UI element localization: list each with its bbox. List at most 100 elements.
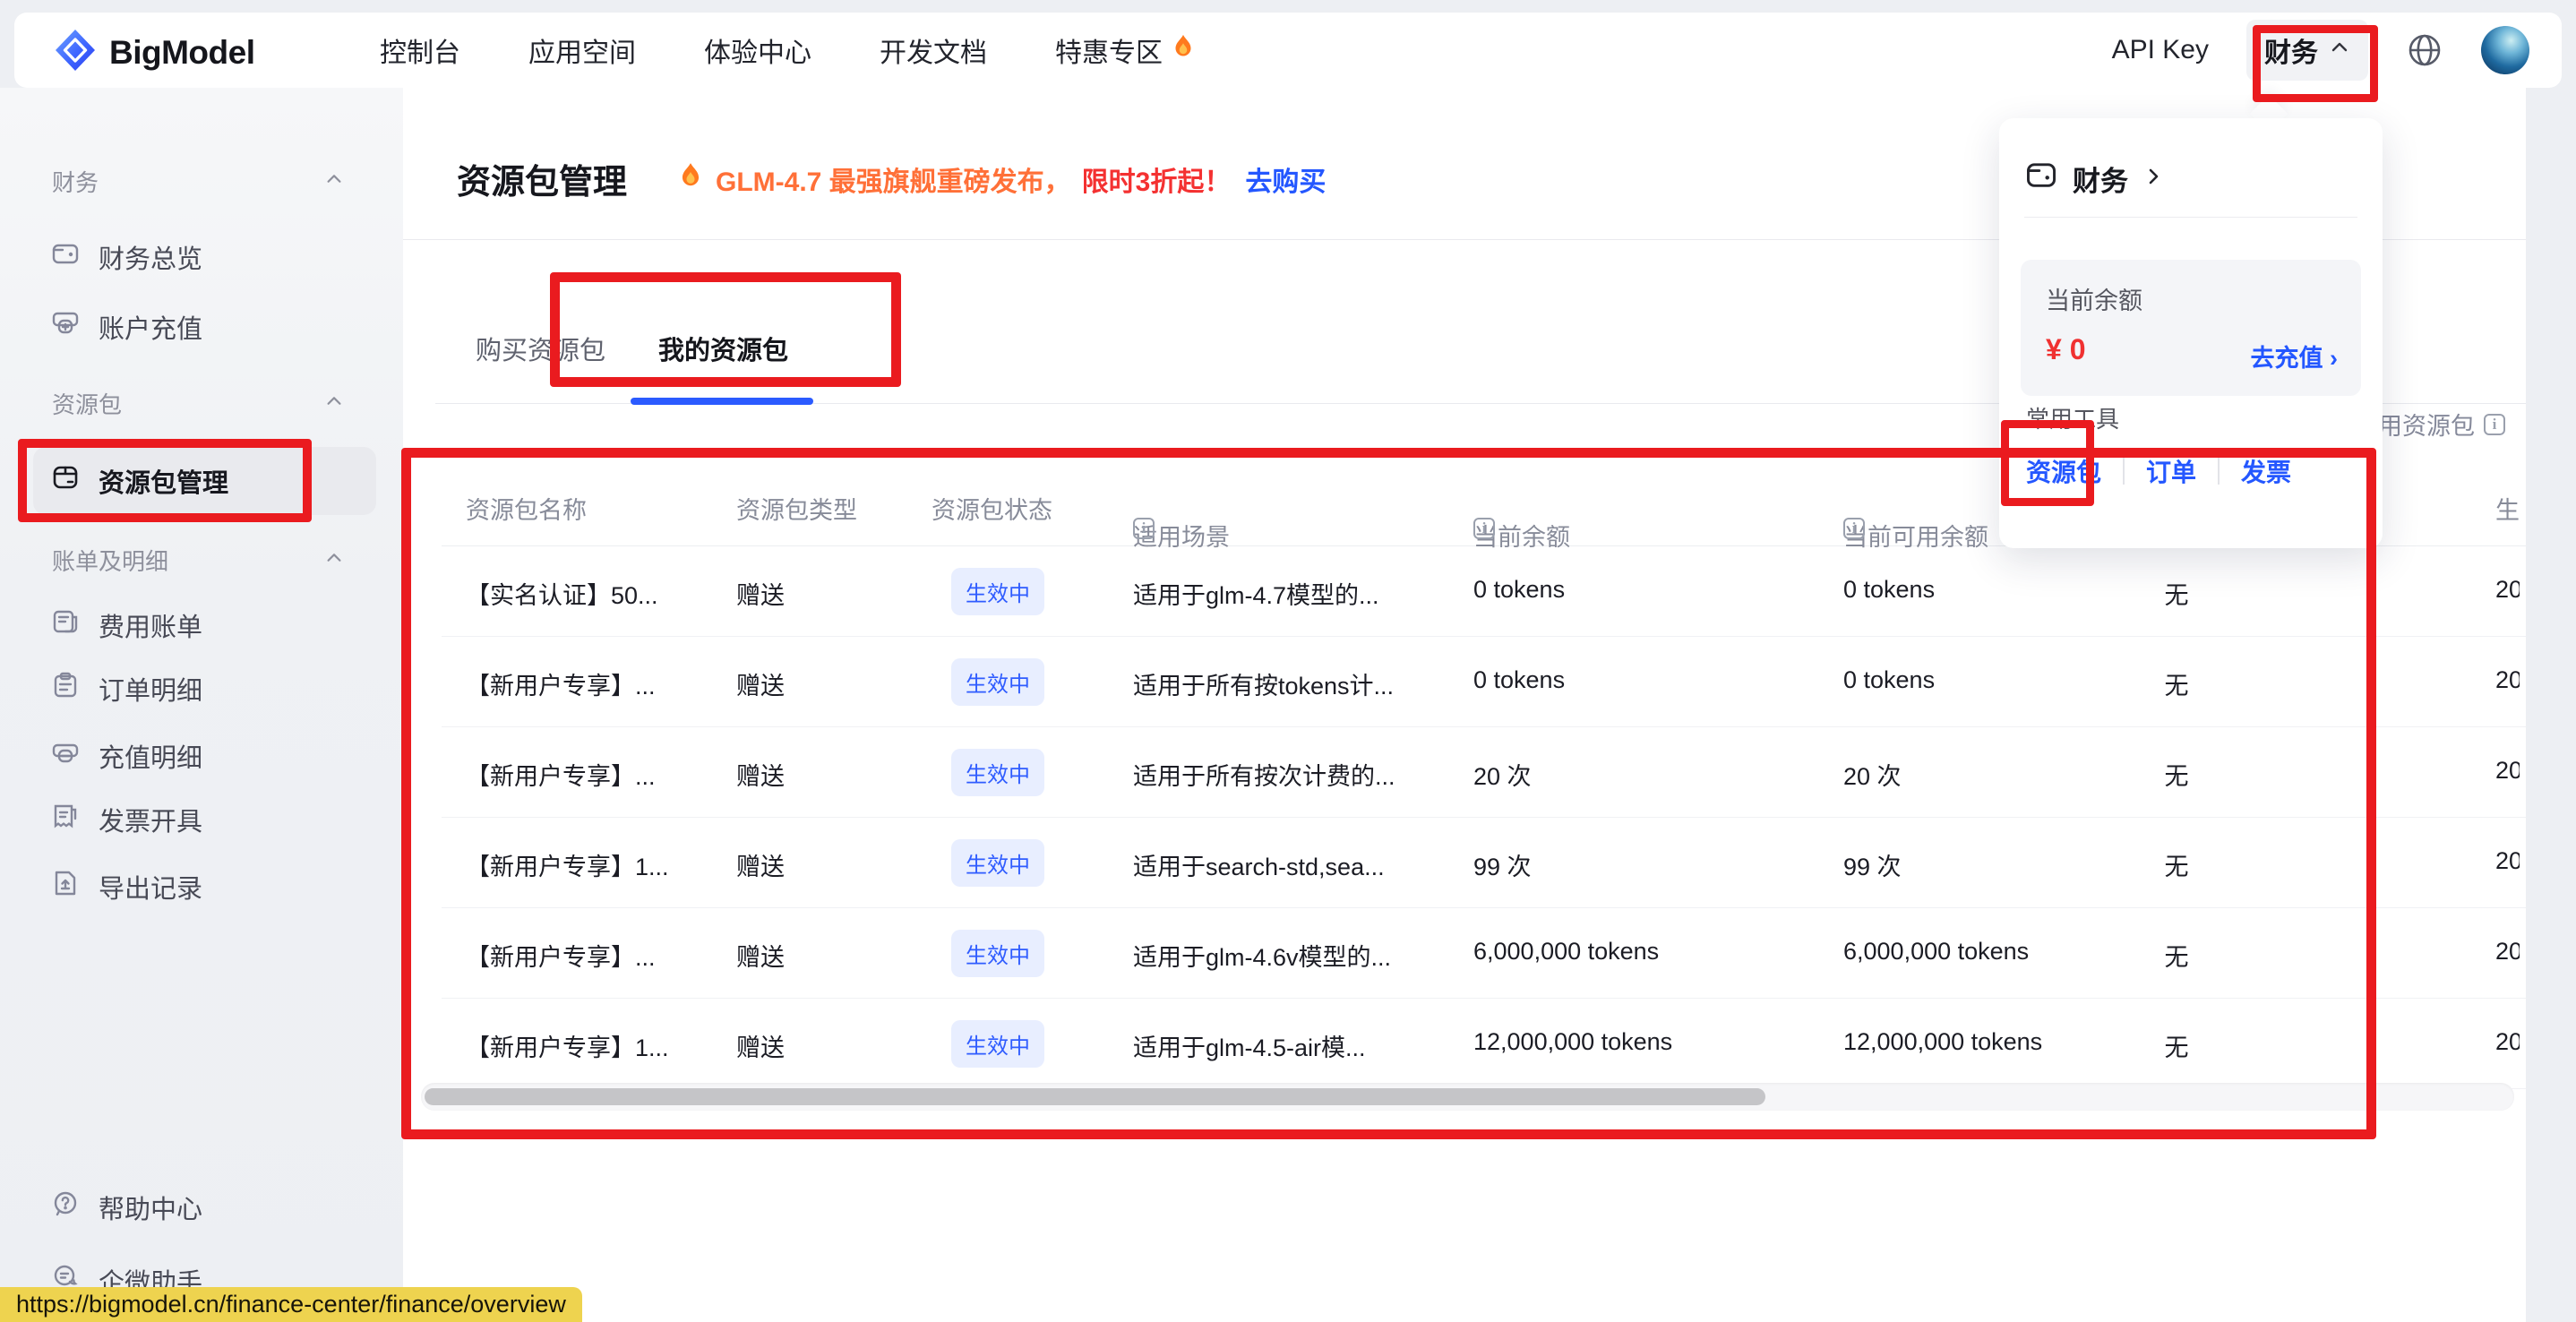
sidebar-item-label: 资源包管理 — [99, 462, 228, 500]
nav-item-experience[interactable]: 体验中心 — [704, 30, 811, 70]
sidebar-item-order-detail[interactable]: 订单明细 — [0, 655, 403, 723]
cell-balance: 0 tokens — [1473, 576, 1565, 604]
table-row: 【实名认证】50... 赠送 生效中 适用于glm-4.7模型的... 0 to… — [442, 546, 2526, 637]
sidebar-item-finance-overview[interactable]: 财务总览 — [0, 223, 403, 291]
cell-scene: 适用于glm-4.6v模型的... — [1133, 938, 1391, 973]
chevron-right-icon — [2142, 162, 2164, 194]
cell-effective-clipped: 20 — [2495, 576, 2520, 604]
sidebar-section-finance[interactable]: 财务 — [0, 156, 403, 206]
sidebar-item-help-center[interactable]: 帮助中心 — [0, 1173, 403, 1241]
finance-menu-button[interactable]: 财务 — [2246, 20, 2368, 81]
info-icon[interactable]: i — [1473, 518, 1495, 539]
nav-item-console[interactable]: 控制台 — [380, 30, 460, 70]
package-icon — [50, 462, 81, 500]
tool-link-orders[interactable]: 订单 — [2146, 453, 2196, 489]
sidebar-item-recharge-detail[interactable]: 充值明细 — [0, 722, 403, 790]
sidebar-item-account-recharge[interactable]: 账户充值 — [0, 293, 403, 361]
chevron-up-icon — [324, 167, 344, 195]
horizontal-scrollbar-thumb[interactable] — [425, 1088, 1765, 1105]
info-icon[interactable]: i — [1133, 518, 1155, 539]
cell-available: 20 次 — [1843, 757, 1902, 792]
flame-icon — [1170, 33, 1197, 67]
cell-effective-clipped: 20 — [2495, 666, 2520, 694]
main-nav: 控制台 应用空间 体验中心 开发文档 特惠专区 — [380, 13, 1197, 88]
common-tools-links: 资源包 订单 发票 — [2026, 453, 2291, 489]
nav-right-group: API Key 财务 — [2112, 13, 2529, 88]
cell-effective-clipped: 20 — [2495, 1028, 2520, 1056]
cell-effective-clipped: 20 — [2495, 938, 2520, 966]
filter-label-text: 用资源包 — [2378, 407, 2475, 442]
banner-deal-text: 限时3折起！ — [1082, 159, 1232, 199]
browser-status-url: https://bigmodel.cn/finance-center/finan… — [0, 1287, 582, 1322]
dropdown-finance-heading[interactable]: 财务 — [2024, 158, 2164, 199]
recharge-icon — [50, 308, 81, 346]
nav-item-deals-label: 特惠专区 — [1055, 30, 1163, 70]
cell-name: 【新用户专享】1... — [466, 1028, 669, 1063]
info-icon[interactable]: i — [1843, 518, 1865, 539]
globe-icon[interactable] — [2406, 31, 2443, 69]
cell-available: 99 次 — [1843, 847, 1902, 882]
cell-scene: 适用于所有按tokens计... — [1133, 666, 1394, 701]
cell-available: 6,000,000 tokens — [1843, 938, 2029, 966]
cell-name: 【新用户专享】1... — [466, 847, 669, 882]
table-row: 【新用户专享】1... 赠送 生效中 适用于search-std,sea... … — [442, 818, 2526, 908]
cell-name: 【实名认证】50... — [466, 576, 658, 611]
table-row: 【新用户专享】... 赠送 生效中 适用于所有按tokens计... 0 tok… — [442, 637, 2526, 727]
cell-available: 12,000,000 tokens — [1843, 1028, 2042, 1056]
export-icon — [50, 868, 81, 906]
sidebar-item-invoice[interactable]: 发票开具 — [0, 785, 403, 854]
cell-balance: 0 tokens — [1473, 666, 1565, 694]
recharge-link[interactable]: 去充值 › — [2251, 339, 2339, 373]
sidebar-item-export-records[interactable]: 导出记录 — [0, 853, 403, 921]
sidebar-item-label: 帮助中心 — [99, 1189, 202, 1226]
bigmodel-logo[interactable]: BigModel — [54, 29, 254, 76]
horizontal-scrollbar-track[interactable] — [421, 1083, 2514, 1111]
cell-frozen: 无 — [2123, 847, 2230, 882]
cell-name: 【新用户专享】... — [466, 938, 656, 973]
order-icon — [50, 670, 81, 708]
tool-link-resource-pack[interactable]: 资源包 — [2026, 453, 2101, 489]
page-title: 资源包管理 — [457, 154, 627, 203]
status-badge: 生效中 — [951, 930, 1044, 977]
cell-balance: 99 次 — [1473, 847, 1532, 882]
tab-my-resource-pack[interactable]: 我的资源包 — [658, 330, 788, 367]
bill-icon — [50, 606, 81, 644]
sidebar-item-label: 导出记录 — [99, 868, 202, 906]
nav-item-app-space[interactable]: 应用空间 — [528, 30, 636, 70]
tool-link-invoice[interactable]: 发票 — [2241, 453, 2291, 489]
cell-type: 赠送 — [736, 1028, 785, 1063]
nav-item-deals[interactable]: 特惠专区 — [1055, 30, 1197, 70]
nav-item-docs[interactable]: 开发文档 — [880, 30, 987, 70]
common-tools-label: 常用工具 — [2026, 401, 2119, 434]
status-badge: 生效中 — [951, 568, 1044, 615]
info-icon[interactable]: i — [2484, 414, 2505, 435]
sidebar-section-resource-pack[interactable]: 资源包 — [0, 378, 403, 428]
cell-name: 【新用户专享】... — [466, 757, 656, 792]
cell-scene: 适用于glm-4.5-air模... — [1133, 1028, 1366, 1063]
status-badge: 生效中 — [951, 839, 1044, 887]
table-row: 【新用户专享】... 赠送 生效中 适用于所有按次计费的... 20 次 20 … — [442, 727, 2526, 818]
tab-buy-resource-pack[interactable]: 购买资源包 — [476, 330, 605, 367]
api-key-link[interactable]: API Key — [2112, 35, 2209, 65]
sidebar-item-label: 充值明细 — [99, 737, 202, 775]
logo-text: BigModel — [109, 34, 254, 72]
sidebar-section-bills[interactable]: 账单及明细 — [0, 535, 403, 585]
invoice-icon — [50, 801, 81, 838]
promo-banner: GLM-4.7 最强旗舰重磅发布， 限时3折起！ 去购买 — [676, 159, 1326, 199]
avatar[interactable] — [2481, 26, 2529, 74]
dropdown-divider — [2024, 217, 2357, 218]
sidebar-section-label: 财务 — [52, 165, 99, 198]
balance-value: ¥ 0 — [2046, 333, 2085, 366]
cell-type: 赠送 — [736, 666, 785, 701]
filter-label-partial: 用资源包 i — [2378, 407, 2505, 442]
cell-available: 0 tokens — [1843, 666, 1935, 694]
top-navigation-bar: BigModel 控制台 应用空间 体验中心 开发文档 特惠专区 API Key… — [14, 13, 2562, 88]
sidebar-item-label: 财务总览 — [99, 238, 202, 276]
banner-buy-link[interactable]: 去购买 — [1245, 159, 1326, 199]
sidebar-item-expense-bill[interactable]: 费用账单 — [0, 591, 403, 659]
sidebar-item-resource-pack-management[interactable]: 资源包管理 — [33, 447, 376, 515]
sidebar-item-label: 发票开具 — [99, 801, 202, 838]
finance-menu-label: 财务 — [2264, 30, 2318, 70]
chevron-up-icon — [2329, 35, 2350, 65]
logo-icon — [54, 29, 97, 76]
